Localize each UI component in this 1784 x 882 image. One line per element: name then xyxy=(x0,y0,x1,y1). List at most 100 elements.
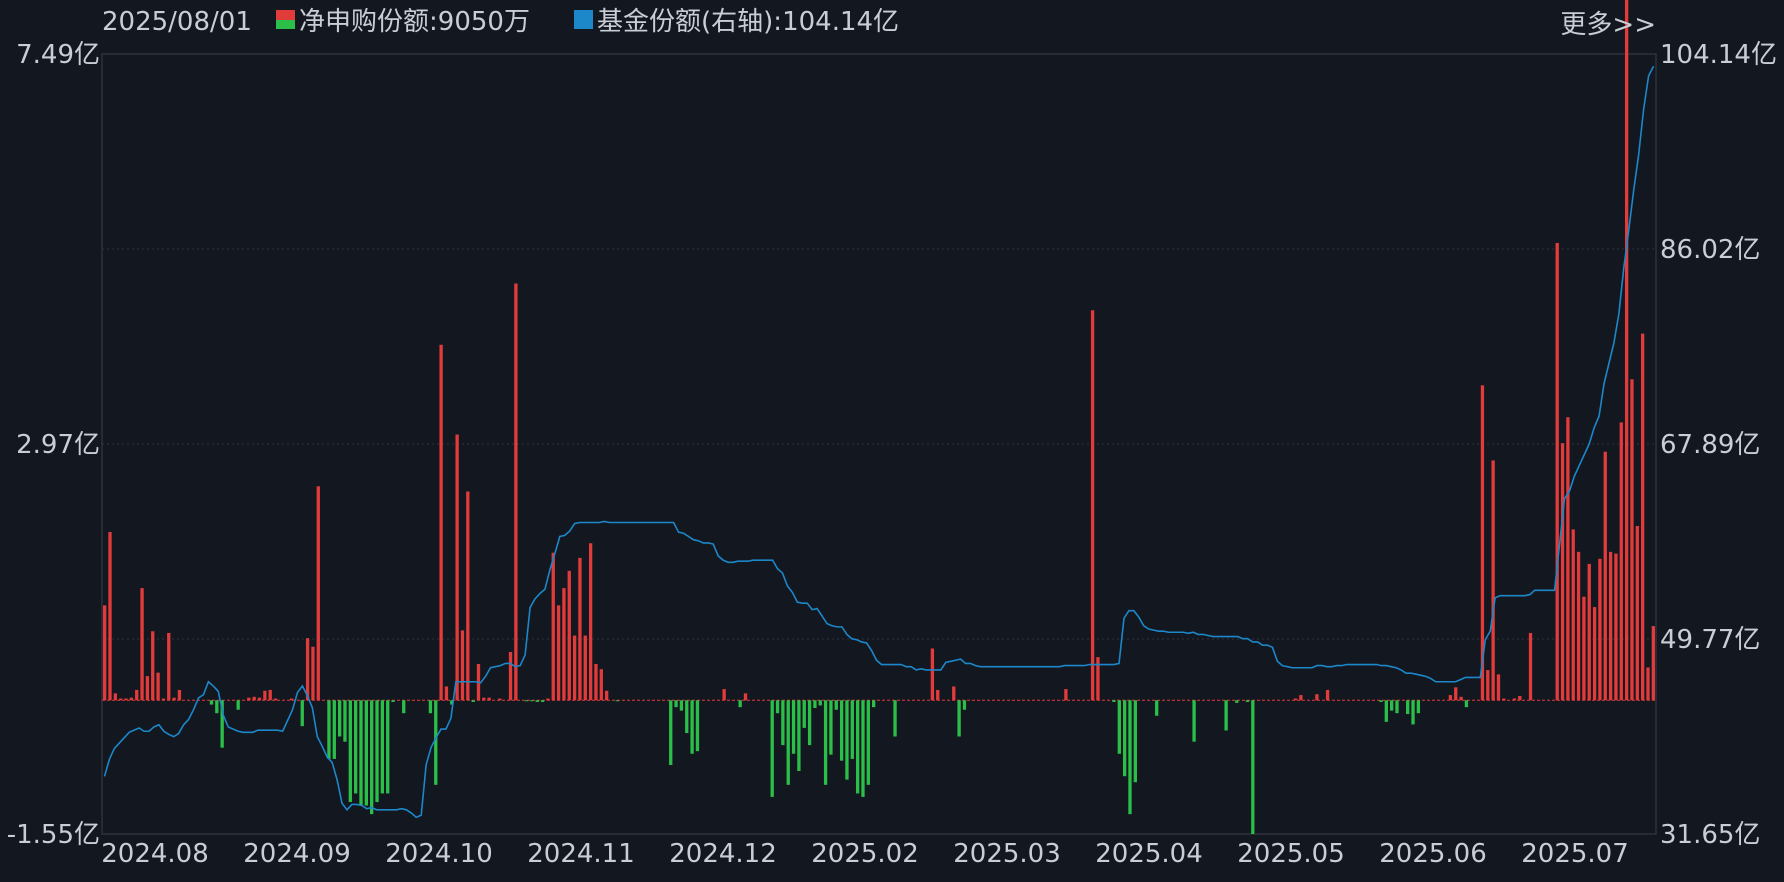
bar xyxy=(1379,700,1383,702)
bar xyxy=(129,697,134,701)
svg-text:基金份额(右轴):104.14亿: 基金份额(右轴):104.14亿 xyxy=(597,7,899,37)
bar xyxy=(172,697,176,701)
bar xyxy=(273,698,278,701)
bar xyxy=(1496,674,1501,701)
left-axis-ticks: 7.49亿 2.97亿 -1.55亿 xyxy=(7,40,100,850)
bar xyxy=(722,689,726,701)
bar xyxy=(770,700,774,797)
bar xyxy=(1064,689,1068,701)
bar xyxy=(962,700,967,710)
bar xyxy=(444,686,449,701)
bar xyxy=(1571,529,1575,701)
bar xyxy=(829,700,833,755)
bar xyxy=(524,700,529,702)
x-tick-label: 2024.12 xyxy=(669,839,777,869)
bar xyxy=(327,700,331,759)
bar xyxy=(1117,700,1121,754)
bar xyxy=(1560,443,1565,701)
bar xyxy=(674,700,678,708)
more-link[interactable]: 更多>> xyxy=(1560,10,1656,40)
bar xyxy=(316,486,320,701)
bar xyxy=(1293,698,1298,701)
bar xyxy=(583,635,587,701)
bar xyxy=(460,630,465,701)
bar xyxy=(151,631,155,701)
bar xyxy=(893,700,897,737)
bar xyxy=(556,605,561,701)
bar xyxy=(562,588,566,701)
x-tick-label: 2025.04 xyxy=(1095,839,1203,869)
bar xyxy=(247,697,251,701)
bar xyxy=(498,698,502,701)
left-tick-label: 2.97亿 xyxy=(16,430,100,460)
bar xyxy=(1315,694,1319,701)
left-tick-label: -1.55亿 xyxy=(7,820,100,850)
bar xyxy=(471,700,475,702)
bar xyxy=(1603,451,1607,701)
bar xyxy=(508,651,513,701)
bar xyxy=(823,700,828,785)
bar xyxy=(1646,667,1650,701)
bar xyxy=(1576,551,1581,701)
bar xyxy=(1411,700,1415,725)
bar xyxy=(1133,700,1137,783)
x-axis-ticks: 2024.08 2024.09 2024.10 2024.11 2024.12 2025.… xyxy=(101,839,1629,869)
bar xyxy=(289,698,294,701)
bar xyxy=(252,696,256,701)
bar xyxy=(1486,670,1490,701)
bar xyxy=(936,689,940,701)
bar xyxy=(343,700,347,742)
bar xyxy=(604,690,609,701)
bar xyxy=(834,700,838,710)
bar xyxy=(156,672,160,701)
right-axis-ticks: 104.14亿 86.02亿 67.89亿 49.77亿 31.65亿 xyxy=(1660,40,1777,850)
bar xyxy=(775,700,780,714)
bar xyxy=(1464,700,1469,708)
bar xyxy=(391,700,395,702)
bar xyxy=(370,700,374,815)
legend-value: 104.14亿 xyxy=(782,7,899,37)
bar xyxy=(103,605,107,701)
bar xyxy=(332,700,336,759)
left-tick-label: 7.49亿 xyxy=(16,40,100,70)
bar xyxy=(455,434,459,701)
x-tick-label: 2024.08 xyxy=(101,839,209,869)
legend-net-subscription: 净申购份额:9050万 xyxy=(276,7,530,37)
bar xyxy=(572,635,577,701)
bar xyxy=(1592,607,1597,701)
bar xyxy=(257,697,262,701)
bar xyxy=(1555,242,1559,701)
bar xyxy=(872,700,876,708)
bar xyxy=(695,700,700,752)
bar xyxy=(1566,417,1570,701)
bar xyxy=(1528,632,1533,701)
bar xyxy=(594,664,598,701)
bar xyxy=(359,700,363,806)
bar xyxy=(1390,700,1394,711)
bar xyxy=(145,676,150,701)
bar xyxy=(1491,460,1495,701)
bar xyxy=(1384,700,1388,722)
bar xyxy=(1112,700,1116,702)
bar xyxy=(685,700,689,734)
bar xyxy=(113,693,118,701)
bar xyxy=(1090,310,1095,701)
bar xyxy=(578,557,582,701)
bar xyxy=(1235,700,1239,703)
bar xyxy=(786,700,790,785)
x-tick-label: 2025.03 xyxy=(953,839,1061,869)
bar xyxy=(161,698,166,701)
bar xyxy=(1651,626,1655,701)
bar xyxy=(1224,700,1228,731)
bar xyxy=(1512,698,1517,701)
x-tick-label: 2025.05 xyxy=(1237,839,1345,869)
bar xyxy=(855,700,860,794)
bar xyxy=(802,700,806,728)
bar xyxy=(1619,422,1623,701)
right-tick-label: 67.89亿 xyxy=(1660,430,1760,460)
bar xyxy=(1518,695,1522,701)
bar xyxy=(348,700,352,803)
bar xyxy=(1630,379,1634,701)
bar xyxy=(952,686,956,701)
bar xyxy=(439,344,443,701)
